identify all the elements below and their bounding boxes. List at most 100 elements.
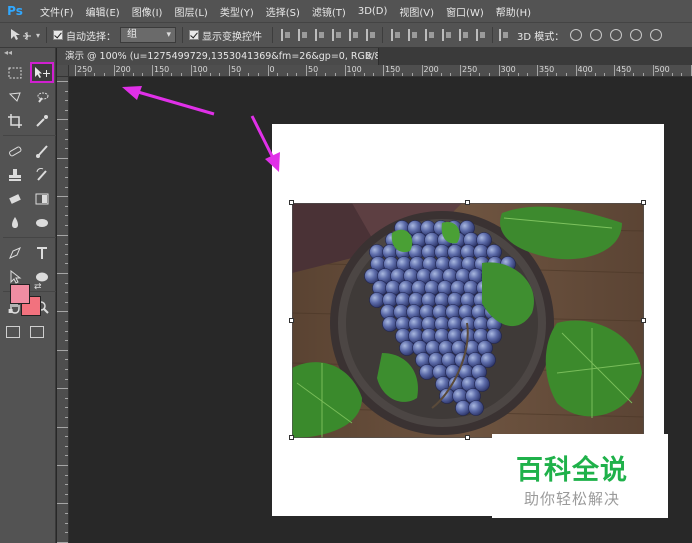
- menu-filter[interactable]: 滤镜(T): [306, 4, 352, 19]
- drag-3d-icon[interactable]: [610, 29, 623, 41]
- history-brush-tool[interactable]: [30, 164, 54, 185]
- move-tool[interactable]: [30, 62, 54, 83]
- panel-collapse-icon[interactable]: ◂◂: [0, 48, 55, 58]
- align-bottom-icon[interactable]: [315, 29, 325, 41]
- ruler-tick: [652, 65, 654, 76]
- distribute-vcenter-icon[interactable]: [408, 29, 418, 41]
- rotate-3d-icon[interactable]: [570, 29, 583, 41]
- show-transform-checkbox[interactable]: [189, 30, 200, 40]
- distribute-hcenter-icon[interactable]: [459, 29, 469, 41]
- ruler-tick: [57, 119, 68, 121]
- ruler-tick: [65, 484, 68, 486]
- scale-3d-icon[interactable]: [650, 29, 663, 41]
- quick-select-tool[interactable]: [30, 86, 54, 107]
- transform-handle-tm[interactable]: [465, 200, 470, 205]
- crop-tool[interactable]: [3, 110, 27, 131]
- marquee-tool[interactable]: [3, 62, 27, 83]
- vertical-ruler[interactable]: [57, 77, 69, 543]
- pen-tool[interactable]: [3, 242, 27, 263]
- ruler-minor-tick: [142, 73, 144, 76]
- menu-view[interactable]: 视图(V): [393, 4, 440, 19]
- ruler-tick: [306, 65, 307, 76]
- 3d-mode-buttons: [570, 29, 663, 41]
- ruler-minor-tick: [662, 73, 664, 76]
- menu-3d[interactable]: 3D(D): [352, 6, 394, 17]
- ruler-tick: [65, 90, 68, 92]
- ruler-minor-tick: [469, 73, 471, 76]
- separator: [3, 135, 56, 136]
- grape-photo[interactable]: [292, 203, 644, 438]
- ruler-tick: [65, 369, 68, 370]
- align-right-icon[interactable]: [366, 29, 376, 41]
- type-tool[interactable]: [30, 242, 54, 263]
- align-hcenter-icon[interactable]: [349, 29, 359, 41]
- ruler-minor-tick: [103, 73, 105, 76]
- menu-layer[interactable]: 图层(L): [168, 4, 213, 19]
- stamp-tool[interactable]: [3, 164, 27, 185]
- align-left-icon[interactable]: [332, 29, 342, 41]
- close-icon[interactable]: ×: [365, 48, 373, 65]
- ruler-minor-tick: [479, 73, 481, 76]
- gradient-tool[interactable]: [30, 188, 54, 209]
- ruler-minor-tick: [277, 73, 279, 76]
- transform-handle-bl[interactable]: [289, 435, 294, 440]
- ruler-tick: [57, 426, 68, 428]
- ruler-tick: [57, 349, 68, 351]
- healing-tool[interactable]: [3, 140, 27, 161]
- dodge-tool[interactable]: [30, 212, 54, 233]
- ruler-origin[interactable]: [57, 65, 69, 77]
- horizontal-ruler[interactable]: 250 200 150 100 50 0 50 100 150 200 250 300 350 400 45…: [57, 65, 692, 77]
- ruler-tick: [383, 65, 384, 76]
- roll-3d-icon[interactable]: [590, 29, 603, 41]
- transform-handle-tr[interactable]: [641, 200, 646, 205]
- transform-handle-mr[interactable]: [641, 318, 646, 323]
- menu-type[interactable]: 类型(Y): [214, 4, 260, 19]
- swap-colors-icon[interactable]: ⇄: [34, 282, 42, 292]
- eyedropper-tool[interactable]: [30, 110, 54, 131]
- menu-edit[interactable]: 编辑(E): [80, 4, 126, 19]
- ruler-minor-tick: [257, 73, 259, 76]
- distribute-left-icon[interactable]: [442, 29, 452, 41]
- ruler-minor-tick: [209, 73, 211, 76]
- document-tab[interactable]: 演示 @ 100% (u=1275499729,1353041369&fm=26…: [57, 48, 379, 65]
- ruler-tick: [537, 65, 538, 76]
- menu-image[interactable]: 图像(I): [126, 4, 169, 19]
- foreground-color[interactable]: [10, 284, 30, 304]
- quick-mask-icon[interactable]: [6, 326, 20, 338]
- slide-3d-icon[interactable]: [630, 29, 643, 41]
- lasso-tool[interactable]: [3, 86, 27, 107]
- align-vcenter-icon[interactable]: [298, 29, 308, 41]
- auto-select-checkbox[interactable]: [53, 30, 64, 40]
- align-buttons: [281, 29, 376, 41]
- menu-help[interactable]: 帮助(H): [490, 4, 537, 19]
- brush-tool[interactable]: [30, 140, 54, 161]
- transform-handle-tl[interactable]: [289, 200, 294, 205]
- menu-select[interactable]: 选择(S): [260, 4, 306, 19]
- chevron-down-icon[interactable]: ▾: [36, 31, 40, 40]
- mode-buttons: [6, 326, 44, 338]
- ruler-tick: [57, 196, 68, 198]
- eraser-tool[interactable]: [3, 188, 27, 209]
- transform-handle-ml[interactable]: [289, 318, 294, 323]
- distribute-bottom-icon[interactable]: [425, 29, 435, 41]
- dodge-icon: [36, 218, 48, 227]
- color-swatches: ⇄ ▪: [8, 282, 46, 318]
- ruler-minor-tick: [440, 73, 442, 76]
- auto-align-icon[interactable]: [499, 29, 509, 41]
- align-top-icon[interactable]: [281, 29, 291, 41]
- menu-file[interactable]: 文件(F): [34, 4, 80, 19]
- ruler-label: 50: [308, 65, 319, 74]
- default-colors-icon[interactable]: ▪: [8, 306, 13, 315]
- screen-mode-icon[interactable]: [30, 326, 44, 338]
- distribute-right-icon[interactable]: [476, 29, 486, 41]
- transform-handle-bm[interactable]: [465, 435, 470, 440]
- distribute-top-icon[interactable]: [391, 29, 401, 41]
- ruler-minor-tick: [402, 73, 404, 76]
- blur-tool[interactable]: [3, 212, 27, 233]
- menu-window[interactable]: 窗口(W): [440, 4, 490, 19]
- ruler-minor-tick: [123, 73, 125, 76]
- tool-preset-picker[interactable]: [6, 25, 36, 45]
- ruler-tick: [57, 388, 68, 390]
- ruler-tick: [65, 282, 68, 284]
- auto-select-dropdown[interactable]: 组: [120, 27, 177, 43]
